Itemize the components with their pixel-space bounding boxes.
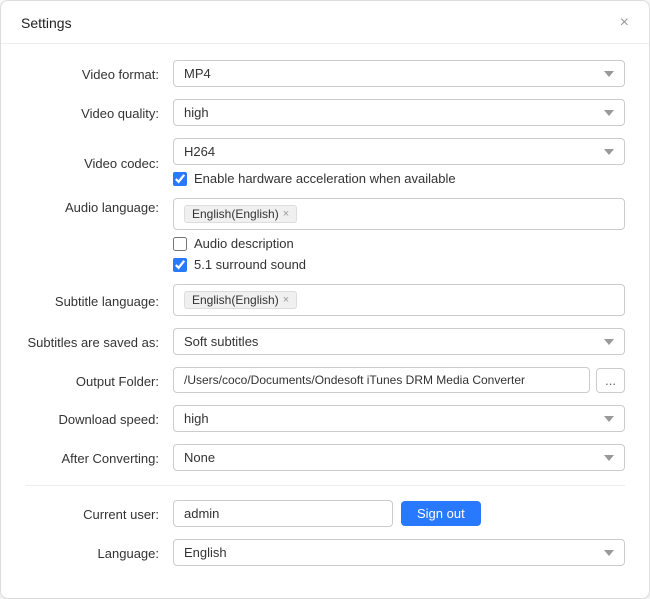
surround-sound-row: 5.1 surround sound [173, 257, 625, 272]
language-select[interactable]: English [173, 539, 625, 566]
current-user-field: Sign out [173, 500, 625, 527]
subtitle-language-tag-text: English(English) [192, 293, 279, 307]
titlebar: Settings × [1, 1, 649, 44]
video-format-row: Video format: MP4 [25, 60, 625, 87]
subtitles-saved-as-label: Subtitles are saved as: [25, 333, 173, 350]
divider [25, 485, 625, 486]
language-row: Language: English [25, 539, 625, 566]
audio-desc-row: Audio description [173, 236, 625, 251]
audio-options: Audio description 5.1 surround sound [173, 236, 625, 272]
output-folder-wrap: ... [173, 367, 625, 393]
subtitle-language-tag: English(English) × [184, 291, 297, 309]
video-format-select[interactable]: MP4 [173, 60, 625, 87]
close-button[interactable]: × [616, 13, 633, 33]
audio-language-field: English(English) × Audio description 5.1… [173, 198, 625, 272]
current-user-label: Current user: [25, 505, 173, 522]
subtitle-language-tag-remove[interactable]: × [283, 294, 289, 306]
audio-desc-label: Audio description [194, 236, 294, 251]
output-folder-input[interactable] [173, 367, 590, 393]
subtitles-saved-as-field: Soft subtitles [173, 328, 625, 355]
after-converting-label: After Converting: [25, 449, 173, 466]
surround-sound-label: 5.1 surround sound [194, 257, 306, 272]
subtitle-language-row: Subtitle language: English(English) × [25, 284, 625, 316]
window-title: Settings [21, 15, 72, 31]
hw-accel-row: Enable hardware acceleration when availa… [173, 171, 625, 186]
output-folder-browse-button[interactable]: ... [596, 368, 625, 393]
surround-sound-checkbox[interactable] [173, 258, 187, 272]
video-quality-field: high [173, 99, 625, 126]
language-field: English [173, 539, 625, 566]
after-converting-row: After Converting: None [25, 444, 625, 471]
subtitles-saved-as-select[interactable]: Soft subtitles [173, 328, 625, 355]
video-codec-label: Video codec: [25, 154, 173, 171]
video-codec-field: H264 Enable hardware acceleration when a… [173, 138, 625, 186]
download-speed-field: high [173, 405, 625, 432]
after-converting-select[interactable]: None [173, 444, 625, 471]
audio-language-tag-remove[interactable]: × [283, 208, 289, 220]
hw-accel-label: Enable hardware acceleration when availa… [194, 171, 456, 186]
audio-language-tag-input[interactable]: English(English) × [173, 198, 625, 230]
sign-out-button[interactable]: Sign out [401, 501, 481, 526]
video-quality-row: Video quality: high [25, 99, 625, 126]
hw-accel-checkbox[interactable] [173, 172, 187, 186]
video-quality-label: Video quality: [25, 104, 173, 121]
video-quality-select[interactable]: high [173, 99, 625, 126]
download-speed-row: Download speed: high [25, 405, 625, 432]
output-folder-field: ... [173, 367, 625, 393]
audio-desc-checkbox[interactable] [173, 237, 187, 251]
video-format-field: MP4 [173, 60, 625, 87]
current-user-input[interactable] [173, 500, 393, 527]
settings-window: Settings × Video format: MP4 Video quali… [0, 0, 650, 599]
audio-language-row: Audio language: English(English) × Audio… [25, 198, 625, 272]
subtitle-language-label: Subtitle language: [25, 292, 173, 309]
current-user-wrap: Sign out [173, 500, 625, 527]
after-converting-field: None [173, 444, 625, 471]
download-speed-label: Download speed: [25, 410, 173, 427]
audio-language-label: Audio language: [25, 198, 173, 215]
subtitles-saved-as-row: Subtitles are saved as: Soft subtitles [25, 328, 625, 355]
video-format-label: Video format: [25, 65, 173, 82]
audio-language-tag-text: English(English) [192, 207, 279, 221]
audio-language-tag: English(English) × [184, 205, 297, 223]
download-speed-select[interactable]: high [173, 405, 625, 432]
output-folder-row: Output Folder: ... [25, 367, 625, 393]
subtitle-language-tag-input[interactable]: English(English) × [173, 284, 625, 316]
settings-content: Video format: MP4 Video quality: high Vi… [1, 44, 649, 598]
video-codec-row: Video codec: H264 Enable hardware accele… [25, 138, 625, 186]
current-user-row: Current user: Sign out [25, 500, 625, 527]
subtitle-language-field: English(English) × [173, 284, 625, 316]
video-codec-select[interactable]: H264 [173, 138, 625, 165]
output-folder-label: Output Folder: [25, 372, 173, 389]
language-label: Language: [25, 544, 173, 561]
